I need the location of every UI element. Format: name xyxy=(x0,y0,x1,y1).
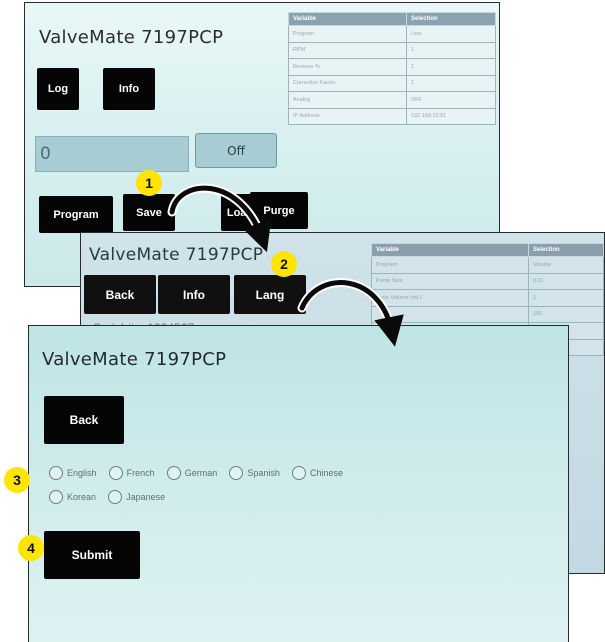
step-badge-1: 1 xyxy=(136,170,162,196)
step-badge-3: 3 xyxy=(4,467,30,493)
arrow-1-icon xyxy=(169,185,272,253)
step-badge-4: 4 xyxy=(18,535,44,561)
flow-arrows xyxy=(167,183,404,347)
step-badge-2: 2 xyxy=(271,251,297,277)
